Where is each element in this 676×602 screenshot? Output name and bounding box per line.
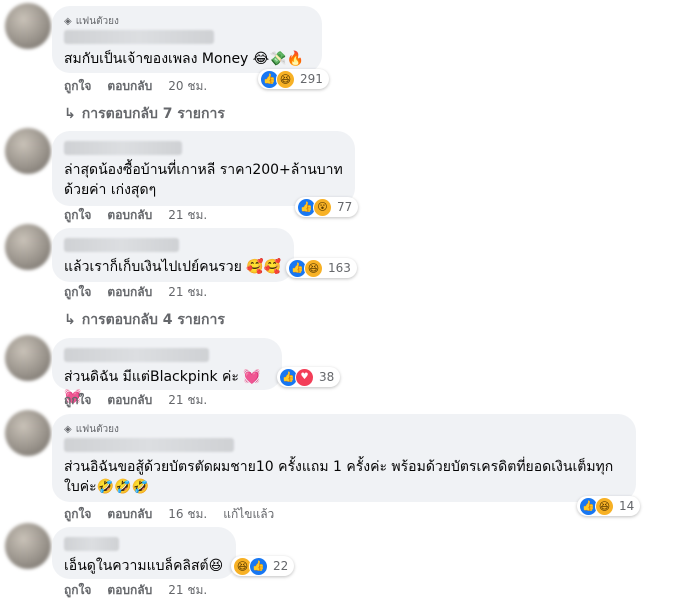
haha-reaction-icon: 😆 (276, 69, 295, 89)
like-button[interactable]: ถูกใจ (64, 581, 91, 600)
view-replies-link[interactable]: ↳ การตอบกลับ 4 รายการ (64, 309, 225, 331)
reply-arrow-icon: ↳ (64, 106, 76, 122)
reaction-count: 77 (337, 200, 353, 214)
comment-text: ส่วนอิฉันขอสู้ด้วยบัตรตัดผมชาย10 ครั้งแถ… (64, 459, 614, 495)
reply-button[interactable]: ตอบกลับ (107, 391, 152, 410)
reply-button[interactable]: ตอบกลับ (107, 505, 152, 524)
reaction-summary[interactable]: 👍 😆 163 (286, 258, 357, 278)
wow-reaction-icon: 😮 (313, 197, 332, 217)
timestamp[interactable]: 21 ชม. (168, 581, 207, 600)
reaction-count: 163 (328, 261, 351, 275)
commenter-name[interactable] (64, 238, 179, 252)
commenter-avatar[interactable] (5, 523, 51, 569)
comment-bubble: เอ็นดูในความแบล็คลิสต์😆 (52, 527, 236, 579)
commenter-name[interactable] (64, 438, 234, 452)
like-button[interactable]: ถูกใจ (64, 77, 91, 96)
timestamp[interactable]: 20 ชม. (168, 77, 207, 96)
like-button[interactable]: ถูกใจ (64, 283, 91, 302)
reaction-summary[interactable]: 😆 👍 22 (231, 556, 295, 576)
view-replies-link[interactable]: ↳ การตอบกลับ 7 รายการ (64, 103, 225, 125)
timestamp[interactable]: 21 ชม. (168, 206, 207, 225)
replies-label: การตอบกลับ 4 รายการ (81, 312, 225, 328)
reply-button[interactable]: ตอบกลับ (107, 77, 152, 96)
badge-label: แฟนตัวยง (75, 423, 119, 435)
reaction-summary[interactable]: 👍 ♥ 38 (277, 367, 341, 387)
like-button[interactable]: ถูกใจ (64, 391, 91, 410)
like-button[interactable]: ถูกใจ (64, 505, 91, 524)
haha-reaction-icon: 😆 (304, 258, 323, 278)
reaction-count: 14 (619, 499, 635, 513)
comment-bubble: ล่าสุดน้องซื้อบ้านที่เกาหลี ราคา200+ล้าน… (52, 131, 355, 206)
reaction-summary[interactable]: 👍 😆 291 (258, 69, 329, 89)
badge-label: แฟนตัวยง (75, 15, 119, 27)
top-fan-badge: ◈ แฟนตัวยง (64, 14, 310, 28)
like-button[interactable]: ถูกใจ (64, 206, 91, 225)
commenter-avatar[interactable] (5, 224, 51, 270)
reply-button[interactable]: ตอบกลับ (107, 206, 152, 225)
comment-bubble: แล้วเราก็เก็บเงินไปเปย์คนรวย 🥰🥰 (52, 228, 294, 282)
comment-text: แล้วเราก็เก็บเงินไปเปย์คนรวย 🥰🥰 (64, 259, 282, 275)
commenter-name[interactable] (64, 141, 182, 155)
reply-button[interactable]: ตอบกลับ (107, 283, 152, 302)
commenter-avatar[interactable] (5, 128, 51, 174)
diamond-icon: ◈ (64, 15, 72, 27)
reaction-summary[interactable]: 👍 😮 77 (295, 197, 359, 217)
timestamp[interactable]: 21 ชม. (168, 391, 207, 410)
comment-text: เอ็นดูในความแบล็คลิสต์😆 (64, 558, 224, 574)
commenter-name[interactable] (64, 30, 214, 44)
haha-reaction-icon: 😆 (595, 496, 614, 516)
reaction-count: 38 (319, 370, 335, 384)
top-fan-badge: ◈ แฟนตัวยง (64, 422, 624, 436)
commenter-name[interactable] (64, 537, 119, 551)
reply-button[interactable]: ตอบกลับ (107, 581, 152, 600)
commenter-avatar[interactable] (5, 410, 51, 456)
commenter-name[interactable] (64, 348, 209, 362)
comment-text: สมกับเป็นเจ้าของเพลง Money 😂💸🔥 (64, 51, 305, 67)
comment-text: ล่าสุดน้องซื้อบ้านที่เกาหลี ราคา200+ล้าน… (64, 162, 343, 198)
replies-label: การตอบกลับ 7 รายการ (81, 106, 225, 122)
diamond-icon: ◈ (64, 423, 72, 435)
like-reaction-icon: 👍 (249, 556, 268, 576)
edited-label[interactable]: แก้ไขแล้ว (223, 505, 274, 524)
reaction-count: 22 (273, 559, 289, 573)
commenter-avatar[interactable] (5, 335, 51, 381)
commenter-avatar[interactable] (5, 3, 51, 49)
comment-bubble: ส่วนดิฉัน มีแต่Blackpink ค่ะ 💓💓 (52, 338, 282, 405)
timestamp[interactable]: 21 ชม. (168, 283, 207, 302)
reply-arrow-icon: ↳ (64, 312, 76, 328)
reaction-count: 291 (300, 72, 323, 86)
timestamp[interactable]: 16 ชม. (168, 505, 207, 524)
comment-bubble: ◈ แฟนตัวยง ส่วนอิฉันขอสู้ด้วยบัตรตัดผมชาย… (52, 414, 636, 502)
love-reaction-icon: ♥ (295, 367, 314, 387)
reaction-summary[interactable]: 👍 😆 14 (577, 496, 641, 516)
comment-bubble: ◈ แฟนตัวยง สมกับเป็นเจ้าของเพลง Money 😂💸🔥 (52, 6, 322, 73)
